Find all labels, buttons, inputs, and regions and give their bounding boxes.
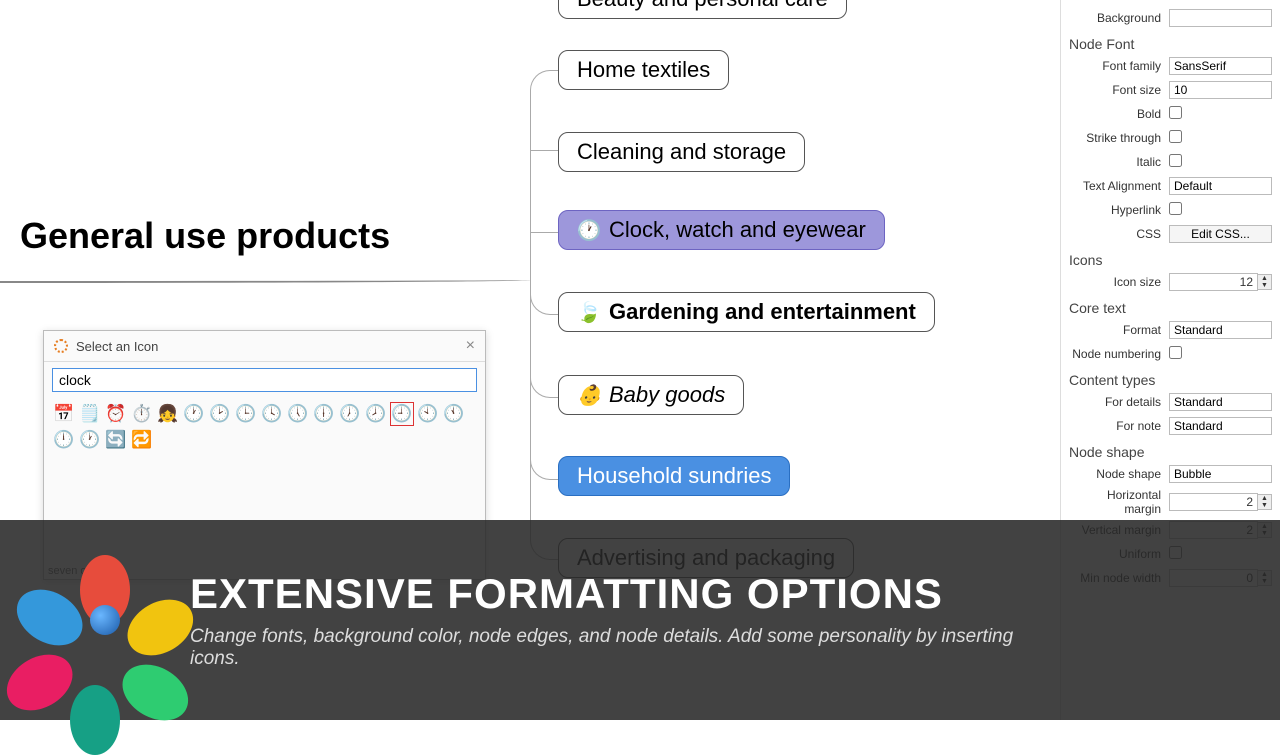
- prop-label: Font family: [1069, 59, 1169, 73]
- icon-option[interactable]: 🕖: [338, 402, 362, 426]
- section-node-shape: Node shape: [1061, 438, 1280, 462]
- prop-label: Bold: [1069, 107, 1169, 121]
- icon-option[interactable]: 🕚: [442, 402, 466, 426]
- node-clock-selected[interactable]: 🕐 Clock, watch and eyewear: [558, 210, 885, 250]
- icon-size-spinner[interactable]: 12▲▼: [1169, 273, 1272, 291]
- leaf-icon: 🍃: [577, 300, 601, 324]
- format-select[interactable]: [1169, 321, 1272, 339]
- numbering-checkbox[interactable]: [1169, 346, 1182, 359]
- prop-label: CSS: [1069, 227, 1169, 241]
- icon-option[interactable]: ⏰: [104, 402, 128, 426]
- dialog-title: Select an Icon: [76, 339, 158, 354]
- icon-option[interactable]: 🔄: [104, 428, 128, 452]
- prop-label: Strike through: [1069, 131, 1169, 145]
- edge: [530, 280, 558, 560]
- prop-label: Icon size: [1069, 275, 1169, 289]
- hyperlink-checkbox[interactable]: [1169, 202, 1182, 215]
- section-icons: Icons: [1061, 246, 1280, 270]
- node-label: Gardening and entertainment: [609, 299, 916, 325]
- baby-icon: 👶: [577, 383, 601, 407]
- node-label: Baby goods: [609, 382, 725, 408]
- edge: [530, 232, 558, 233]
- prop-label: Text Alignment: [1069, 179, 1169, 193]
- edit-css-button[interactable]: Edit CSS...: [1169, 225, 1272, 243]
- edge: [530, 70, 558, 280]
- icon-option[interactable]: 🕐: [182, 402, 206, 426]
- icon-option[interactable]: 🕒: [234, 402, 258, 426]
- icon-grid: 📅🗒️⏰⏱️👧🕐🕑🕒🕓🕔🕕🕖🕗🕘🕙🕚🕛🕐🔄🔁: [44, 398, 485, 456]
- edge: [530, 150, 558, 151]
- node-household[interactable]: Household sundries: [558, 456, 790, 496]
- prop-label: Format: [1069, 323, 1169, 337]
- prop-label: Font size: [1069, 83, 1169, 97]
- strike-checkbox[interactable]: [1169, 130, 1182, 143]
- prop-label: Node shape: [1069, 467, 1169, 481]
- icon-option[interactable]: 🕕: [312, 402, 336, 426]
- prop-label: Background: [1069, 11, 1169, 25]
- hmargin-spinner[interactable]: 2▲▼: [1169, 493, 1272, 511]
- node-home-textiles[interactable]: Home textiles: [558, 50, 729, 90]
- close-icon[interactable]: ×: [466, 337, 475, 355]
- prop-label: Italic: [1069, 155, 1169, 169]
- node-label: Clock, watch and eyewear: [609, 217, 866, 243]
- bold-checkbox[interactable]: [1169, 106, 1182, 119]
- icon-option[interactable]: 🕓: [260, 402, 284, 426]
- node-beauty[interactable]: Beauty and personal care: [558, 0, 847, 19]
- overlay-title: EXTENSIVE FORMATTING OPTIONS: [190, 570, 1050, 618]
- icon-option[interactable]: 🕘: [390, 402, 414, 426]
- icon-search-input[interactable]: [52, 368, 477, 392]
- icon-option[interactable]: ⏱️: [130, 402, 154, 426]
- prop-label: Node numbering: [1069, 347, 1169, 361]
- details-select[interactable]: [1169, 393, 1272, 411]
- icon-option[interactable]: 🕗: [364, 402, 388, 426]
- italic-checkbox[interactable]: [1169, 154, 1182, 167]
- node-gardening[interactable]: 🍃 Gardening and entertainment: [558, 292, 935, 332]
- node-label: Cleaning and storage: [577, 139, 786, 165]
- icon-option[interactable]: 🗒️: [78, 402, 102, 426]
- icon-option[interactable]: 🕙: [416, 402, 440, 426]
- section-content-types: Content types: [1061, 366, 1280, 390]
- font-family-select[interactable]: [1169, 57, 1272, 75]
- node-label: Household sundries: [577, 463, 771, 489]
- root-node[interactable]: General use products: [20, 215, 390, 257]
- icon-option[interactable]: 🕑: [208, 402, 232, 426]
- node-label: Beauty and personal care: [577, 0, 828, 12]
- icon-option[interactable]: 🕐: [78, 428, 102, 452]
- clock-icon: 🕐: [577, 218, 601, 242]
- app-logo: [50, 565, 160, 675]
- prop-label: Horizontal margin: [1069, 488, 1169, 516]
- background-swatch[interactable]: [1169, 9, 1272, 27]
- section-core-text: Core text: [1061, 294, 1280, 318]
- promo-overlay: EXTENSIVE FORMATTING OPTIONS Change font…: [0, 520, 1280, 720]
- prop-label: For details: [1069, 395, 1169, 409]
- node-baby[interactable]: 👶 Baby goods: [558, 375, 744, 415]
- icon-option[interactable]: 🕛: [52, 428, 76, 452]
- gear-icon: [54, 339, 68, 353]
- prop-label: For note: [1069, 419, 1169, 433]
- root-edge: [0, 280, 530, 283]
- prop-label: Hyperlink: [1069, 203, 1169, 217]
- node-cleaning[interactable]: Cleaning and storage: [558, 132, 805, 172]
- node-label: Home textiles: [577, 57, 710, 83]
- overlay-subtitle: Change fonts, background color, node edg…: [190, 626, 1050, 670]
- node-shape-select[interactable]: [1169, 465, 1272, 483]
- dialog-header: Select an Icon ×: [44, 331, 485, 362]
- icon-option[interactable]: 📅: [52, 402, 76, 426]
- icon-option[interactable]: 🔁: [130, 428, 154, 452]
- font-size-input[interactable]: [1169, 81, 1272, 99]
- section-node-font: Node Font: [1061, 30, 1280, 54]
- text-align-select[interactable]: [1169, 177, 1272, 195]
- icon-option[interactable]: 🕔: [286, 402, 310, 426]
- icon-option[interactable]: 👧: [156, 402, 180, 426]
- note-select[interactable]: [1169, 417, 1272, 435]
